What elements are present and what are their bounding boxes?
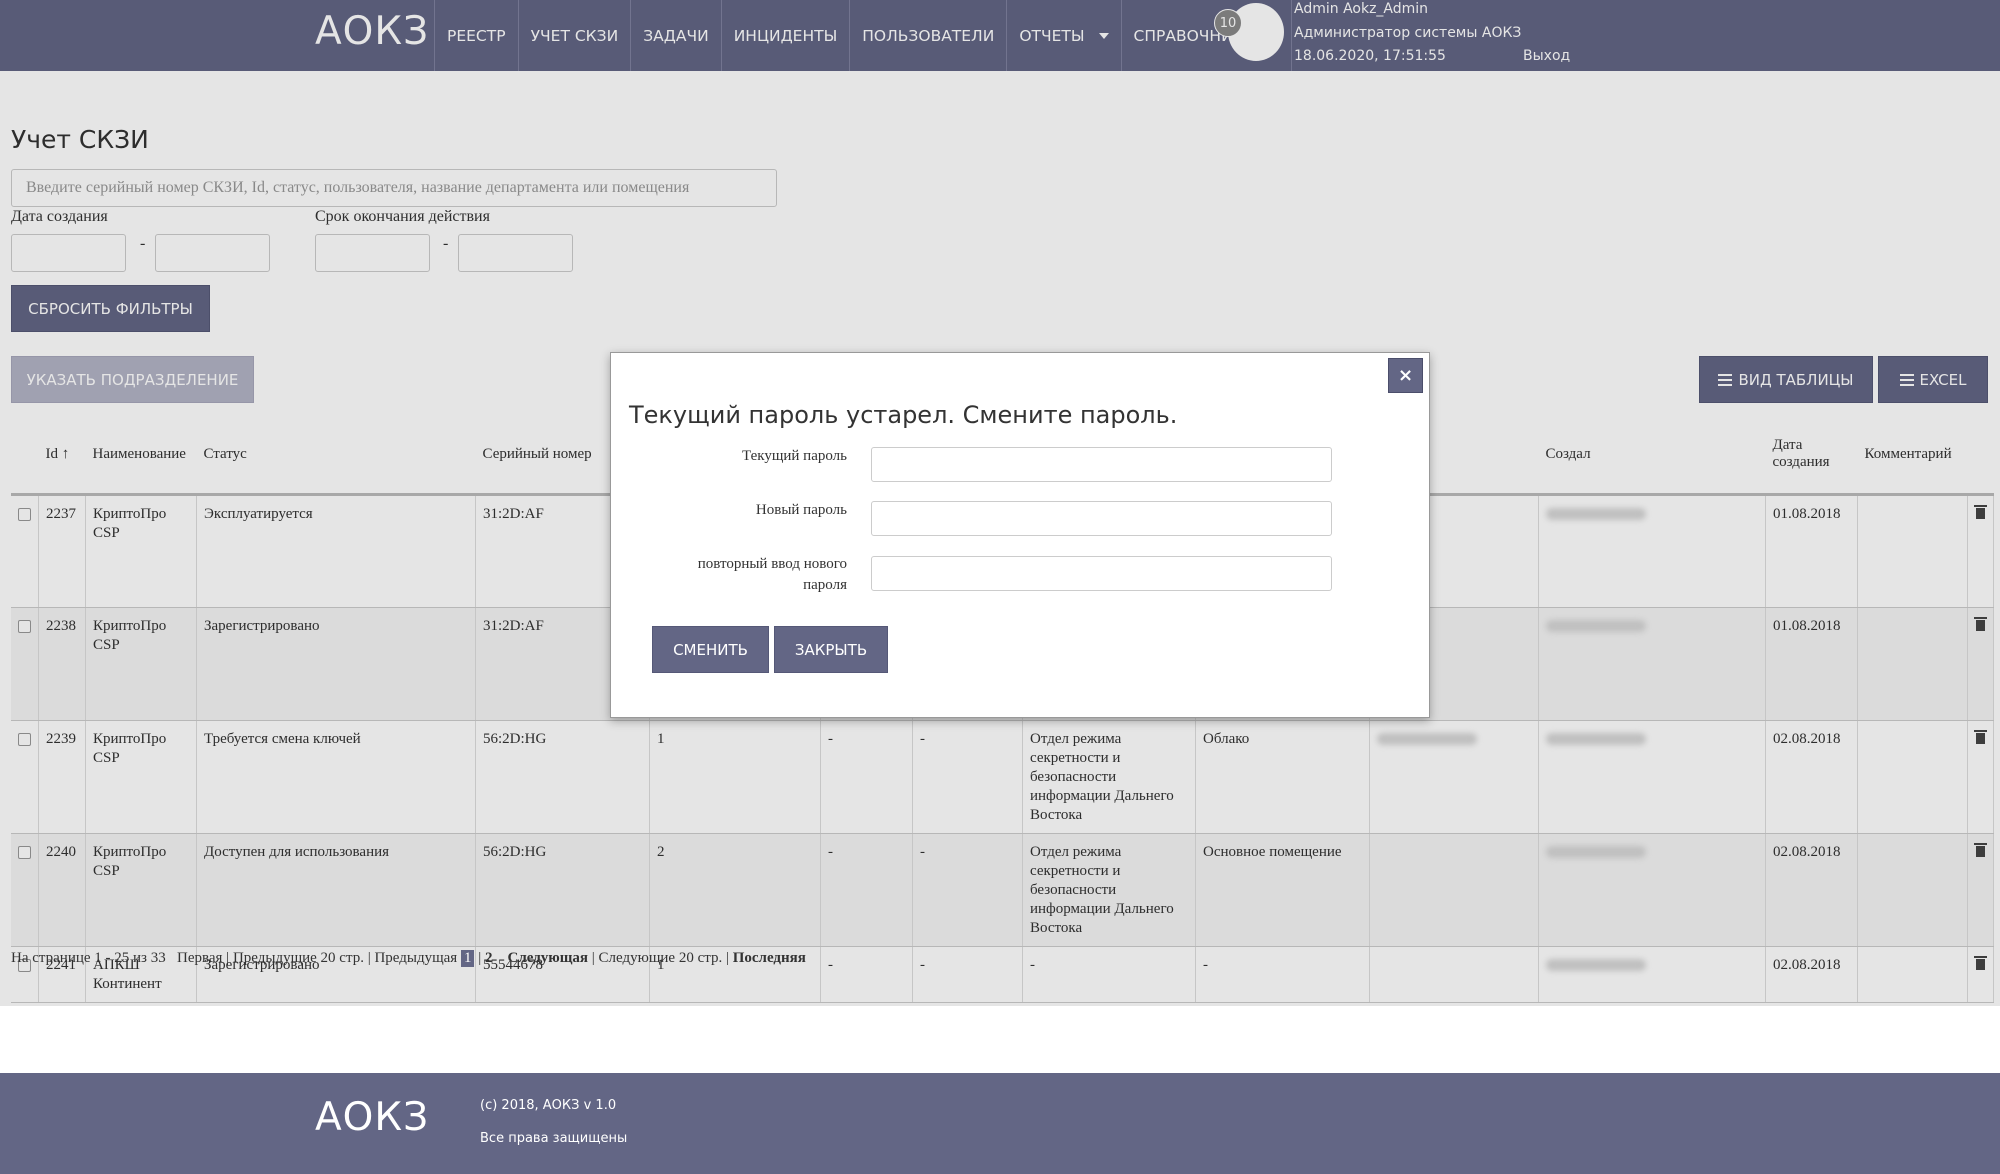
current-password-label: Текущий пароль	[742, 448, 847, 464]
repeat-password-field[interactable]	[871, 556, 1332, 591]
footer-rights: Все права защищены	[480, 1131, 628, 1146]
footer-logo: АОКЗ	[315, 1095, 430, 1140]
pagination-prev-20[interactable]: Предыдущие 20 стр.	[233, 950, 364, 966]
footer: АОКЗ (c) 2018, АОКЗ v 1.0 Все права защи…	[0, 1073, 2000, 1174]
new-password-field[interactable]	[871, 501, 1332, 536]
pagination-next-20[interactable]: Следующие 20 стр.	[599, 950, 723, 966]
pagination-next[interactable]: Следующая	[507, 950, 588, 966]
footer-copyright: (c) 2018, АОКЗ v 1.0	[480, 1098, 617, 1113]
pagination-summary: На странице 1 - 25 из 33	[11, 950, 166, 966]
current-password-field[interactable]	[871, 447, 1332, 482]
pagination: На странице 1 - 25 из 33 Первая | Предыд…	[11, 950, 806, 967]
change-button[interactable]: СМЕНИТЬ	[652, 626, 769, 673]
pagination-prev[interactable]: Предыдущая	[374, 950, 457, 966]
pagination-first[interactable]: Первая	[177, 950, 222, 966]
pagination-last[interactable]: Последняя	[733, 950, 806, 966]
change-password-modal: × Текущий пароль устарел. Смените пароль…	[610, 352, 1430, 718]
pagination-page-2[interactable]: 2	[485, 950, 493, 966]
pagination-current-page: 1	[460, 950, 475, 967]
modal-title: Текущий пароль устарел. Смените пароль.	[629, 401, 1178, 429]
close-button[interactable]: ЗАКРЫТЬ	[774, 626, 888, 673]
close-icon[interactable]: ×	[1388, 358, 1423, 393]
new-password-label: Новый пароль	[755, 502, 847, 518]
repeat-password-label: повторный ввод нового пароля	[697, 556, 847, 593]
